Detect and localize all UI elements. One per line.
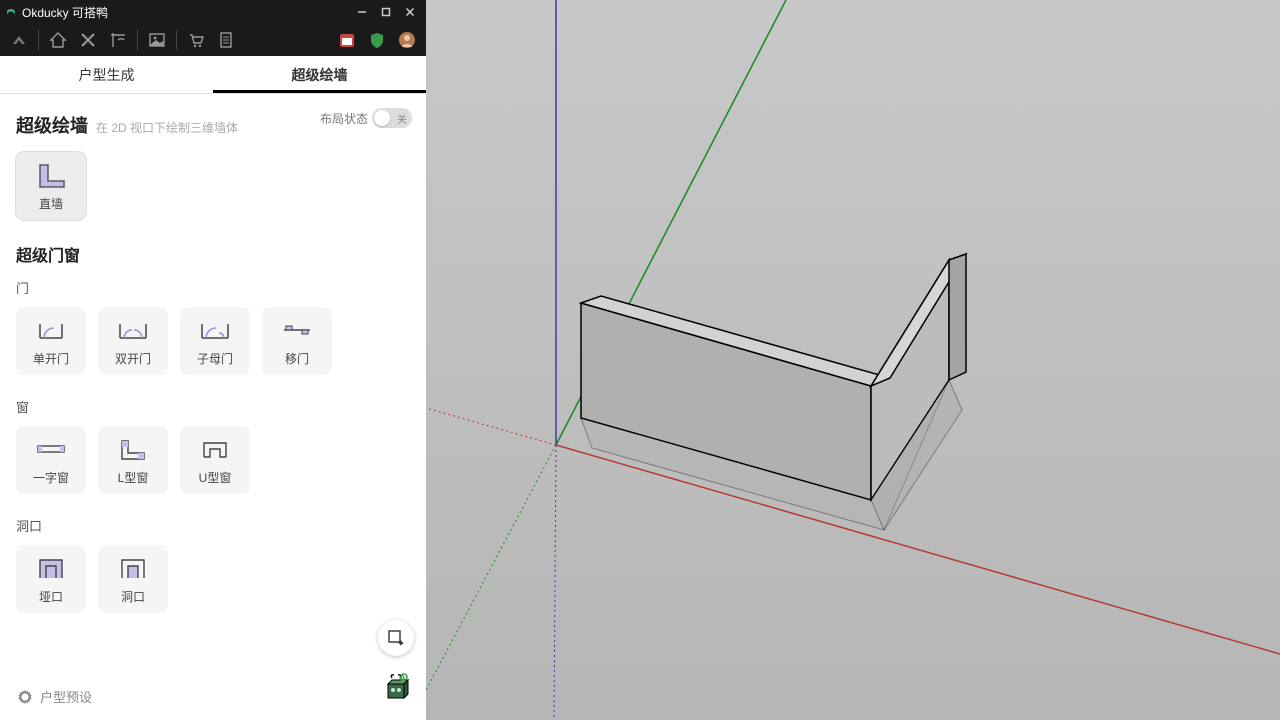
maximize-button[interactable] bbox=[374, 2, 398, 22]
tool-avatar-icon[interactable] bbox=[394, 27, 420, 53]
tool-shield-icon[interactable] bbox=[364, 27, 390, 53]
card-opening[interactable]: 洞口 bbox=[98, 545, 168, 613]
card-sliding-door[interactable]: 移门 bbox=[262, 307, 332, 375]
separator bbox=[38, 30, 39, 50]
preset-button[interactable]: 户型预设 bbox=[16, 687, 92, 706]
tab-layout-gen[interactable]: 户型生成 bbox=[0, 56, 213, 93]
card-straight-wall[interactable]: 直墙 bbox=[16, 152, 86, 220]
app-logo-icon bbox=[4, 5, 18, 19]
tool-dimension-icon[interactable] bbox=[105, 27, 131, 53]
tool-logo-icon[interactable] bbox=[6, 27, 32, 53]
section-subtitle-wall: 在 2D 视口下绘制三维墙体 bbox=[96, 119, 238, 136]
tool-cross-icon[interactable] bbox=[75, 27, 101, 53]
tool-image-icon[interactable] bbox=[144, 27, 170, 53]
ai-enhance-button[interactable] bbox=[378, 620, 414, 656]
card-straight-window[interactable]: 一字窗 bbox=[16, 426, 86, 494]
double-door-icon bbox=[116, 316, 150, 344]
tab-super-wall[interactable]: 超级绘墙 bbox=[213, 56, 426, 93]
tool-cart-icon[interactable] bbox=[183, 27, 209, 53]
card-l-window[interactable]: L型窗 bbox=[98, 426, 168, 494]
close-button[interactable] bbox=[398, 2, 422, 22]
sliding-door-icon bbox=[280, 316, 314, 344]
l-window-icon bbox=[116, 435, 150, 463]
card-u-window[interactable]: U型窗 bbox=[180, 426, 250, 494]
viewport-3d[interactable] bbox=[426, 0, 1280, 720]
opening-icon bbox=[116, 554, 150, 582]
wall-l-icon bbox=[34, 161, 68, 189]
gear-icon bbox=[16, 688, 34, 706]
sparkle-image-icon bbox=[386, 628, 406, 648]
separator bbox=[137, 30, 138, 50]
u-window-icon bbox=[198, 435, 232, 463]
unequal-door-icon bbox=[198, 316, 232, 344]
side-panel: 超级绘墙 在 2D 视口下绘制三维墙体 布局状态 关 直墙 超级门窗 门 单开门… bbox=[0, 94, 426, 720]
pass-opening-icon bbox=[34, 554, 68, 582]
preset-label: 户型预设 bbox=[40, 687, 92, 706]
subgroup-openings: 洞口 bbox=[16, 516, 410, 535]
separator bbox=[176, 30, 177, 50]
toolbar bbox=[0, 24, 426, 56]
tool-house-icon[interactable] bbox=[45, 27, 71, 53]
card-double-door[interactable]: 双开门 bbox=[98, 307, 168, 375]
card-pass-opening[interactable]: 垭口 bbox=[16, 545, 86, 613]
assistant-icon[interactable] bbox=[378, 670, 414, 706]
straight-window-icon bbox=[34, 435, 68, 463]
card-single-door[interactable]: 单开门 bbox=[16, 307, 86, 375]
layout-toggle[interactable]: 关 bbox=[372, 108, 412, 128]
toggle-knob bbox=[374, 110, 390, 126]
subgroup-windows: 窗 bbox=[16, 397, 410, 416]
toggle-label: 布局状态 bbox=[320, 110, 368, 127]
card-unequal-door[interactable]: 子母门 bbox=[180, 307, 250, 375]
section-title-wall: 超级绘墙 bbox=[16, 112, 88, 138]
tabs: 户型生成 超级绘墙 bbox=[0, 56, 426, 94]
titlebar: Okducky 可搭鸭 bbox=[0, 0, 426, 24]
minimize-button[interactable] bbox=[350, 2, 374, 22]
single-door-icon bbox=[34, 316, 68, 344]
tool-calculator-icon[interactable] bbox=[213, 27, 239, 53]
section-title-doorwin: 超级门窗 bbox=[16, 242, 410, 266]
tool-calendar-icon[interactable] bbox=[334, 27, 360, 53]
subgroup-doors: 门 bbox=[16, 278, 410, 297]
app-title: Okducky 可搭鸭 bbox=[22, 4, 350, 21]
